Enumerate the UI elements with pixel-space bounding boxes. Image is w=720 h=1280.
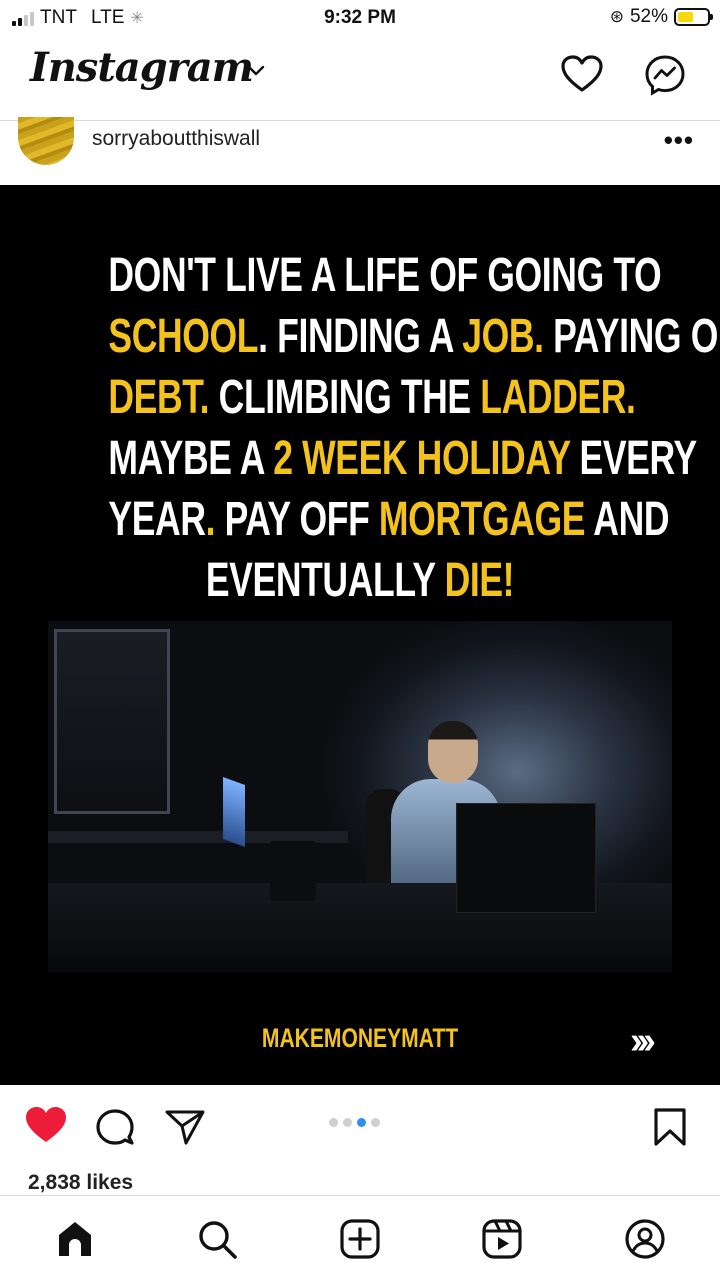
quote-segment: . FINDING A [258,310,463,363]
post-media[interactable]: DON'T LIVE A LIFE OF GOING TO SCHOOL. FIN… [0,185,720,1085]
highlighted-word: 2 WEEK HOLIDAY [273,432,571,485]
battery-icon [674,8,713,26]
battery-percent: 52% [629,6,668,27]
quote-segment: MAYBE A [108,432,274,485]
carousel-dot [357,1118,366,1127]
quote-segment: EVERY [570,432,698,485]
carousel-dot [371,1118,380,1127]
next-arrows-icon: ››› [630,1020,656,1062]
carousel-indicator [329,1118,380,1127]
quote-line: YEAR. PAY OFF MORTGAGE AND [108,489,669,550]
photo-window [54,629,170,814]
messenger-icon[interactable] [644,54,686,96]
like-heart-icon[interactable] [24,1105,68,1145]
avatar[interactable] [18,117,74,165]
photo-monitor [223,776,245,848]
post-header: sorryaboutthiswall ••• [0,117,720,185]
highlighted-word: SCHOOL [108,310,259,363]
status-right: ⊛ 52% [609,6,713,28]
post-username[interactable]: sorryaboutthiswall [92,127,260,151]
watermark-text: MAKEMONEYMATT [261,1023,459,1053]
quote-segment: EVENTUALLY [205,554,445,607]
quote-line: EVENTUALLY DIE! [108,550,611,611]
heart-icon[interactable] [560,54,604,94]
quote-segment: AND [585,493,670,546]
home-icon[interactable] [54,1218,96,1260]
highlighted-word: DEBT. [108,371,210,424]
share-icon[interactable] [164,1107,206,1147]
quote-segment: PAY OFF [215,493,379,546]
photo-person-head [428,721,478,783]
quote-segment: DON'T LIVE A LIFE OF GOING TO [108,249,662,302]
quote-segment: CLIMBING THE [209,371,481,424]
photo-pen-holder [270,841,316,901]
bottom-tab-bar [0,1195,720,1280]
quote-line: DEBT. CLIMBING THE LADDER. [108,367,635,428]
quote-line: SCHOOL. FINDING A JOB. PAYING OFF [108,306,720,367]
carousel-dot [329,1118,338,1127]
quote-line: DON'T LIVE A LIFE OF GOING TO [108,245,661,306]
orientation-lock-icon: ⊛ [609,7,624,26]
photo-laptop [456,803,596,913]
search-icon[interactable] [196,1218,238,1260]
comment-icon[interactable] [95,1107,135,1147]
post-photo [48,621,672,973]
battery-fill [678,12,693,22]
post-actions [0,1085,720,1167]
chevron-down-icon[interactable] [246,64,266,78]
status-bar: TNT LTE ✳ 9:32 PM ⊛ 52% [0,0,720,36]
highlighted-word: JOB. [462,310,544,363]
bookmark-icon[interactable] [652,1107,688,1147]
carousel-dot [343,1118,352,1127]
highlighted-word: LADDER. [480,371,636,424]
quote-line: MAYBE A 2 WEEK HOLIDAY EVERY [108,428,697,489]
highlighted-word: MORTGAGE [378,493,586,546]
highlighted-word: . [205,493,216,546]
likes-count[interactable]: 2,838 likes [28,1171,133,1195]
quote-segment: PAYING OFF [553,310,720,363]
quote-segment: YEAR [108,493,206,546]
top-navbar: Instagram [0,36,720,120]
reels-icon[interactable] [481,1218,523,1260]
quote-text: DON'T LIVE A LIFE OF GOING TO SCHOOL. FIN… [108,245,720,611]
new-post-icon[interactable] [339,1218,381,1260]
profile-icon[interactable] [624,1218,666,1260]
instagram-logo[interactable]: Instagram [30,44,254,91]
highlighted-word: DIE! [444,554,515,607]
more-options-button[interactable]: ••• [664,127,694,153]
